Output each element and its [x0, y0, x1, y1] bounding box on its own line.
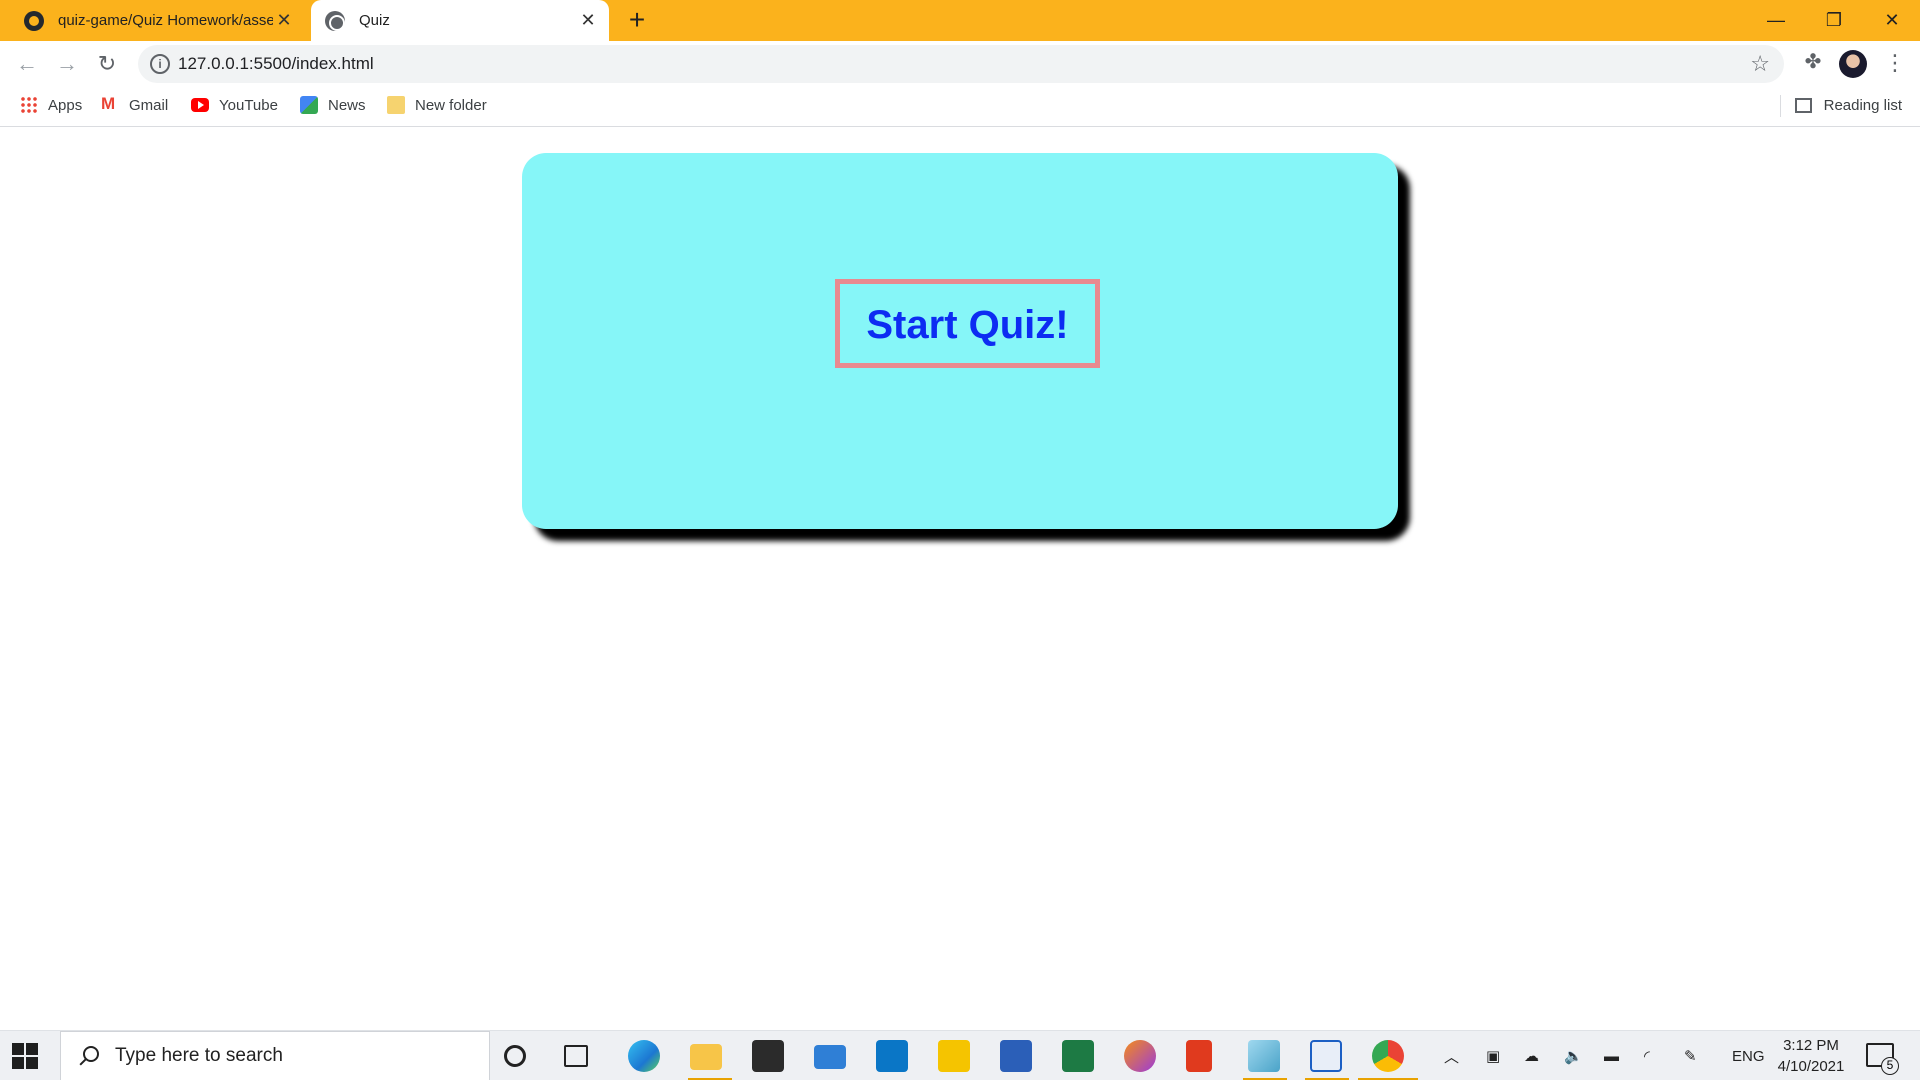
browser-toolbar: ← → ↻ i 127.0.0.1:5500/index.html ☆ [0, 41, 1920, 87]
sticky-app-icon[interactable] [938, 1040, 970, 1072]
bookmarks-divider [1780, 95, 1781, 117]
tab-quiz[interactable]: Quiz ✕ [311, 0, 609, 41]
clock-time: 3:12 PM [1783, 1037, 1839, 1054]
bookmark-label: YouTube [219, 96, 278, 114]
bookmark-youtube[interactable]: YouTube [191, 87, 278, 123]
bookmark-new-folder[interactable]: New folder [387, 87, 487, 123]
gmail-icon [101, 94, 119, 114]
pen-icon[interactable]: ✎ [1684, 1031, 1697, 1080]
youtube-icon [191, 98, 209, 112]
bookmark-label: Apps [48, 96, 83, 114]
bookmark-apps[interactable]: Apps [20, 87, 82, 123]
address-bar[interactable]: i 127.0.0.1:5500/index.html ☆ [138, 45, 1784, 83]
github-icon [24, 10, 44, 31]
bookmark-news[interactable]: News [300, 87, 366, 123]
office-icon[interactable] [1186, 1040, 1212, 1072]
bookmark-label: Gmail [129, 96, 169, 114]
close-icon[interactable]: ✕ [273, 10, 295, 32]
bookmarks-bar: Apps Gmail YouTube News New folder Readi… [0, 87, 1920, 127]
reading-list-icon [1794, 97, 1812, 113]
brave-icon[interactable] [1124, 1040, 1156, 1072]
tab-label: Quiz [359, 12, 390, 29]
taskbar-search[interactable]: Type here to search [60, 1031, 490, 1080]
apps-grid-icon [20, 96, 38, 114]
reload-icon[interactable]: ↻ [92, 49, 122, 79]
news-icon [300, 96, 318, 114]
clock-date: 4/10/2021 [1777, 1058, 1845, 1075]
site-info-icon[interactable]: i [150, 54, 170, 74]
tab-label: quiz-game/Quiz Homework/asse [58, 12, 273, 29]
folder-icon [387, 96, 405, 114]
search-icon [77, 1044, 101, 1068]
profile-avatar[interactable] [1839, 50, 1867, 78]
file-explorer-icon[interactable] [690, 1044, 722, 1070]
volume-icon[interactable]: 🔈 [1564, 1031, 1583, 1080]
edge-icon[interactable] [628, 1040, 660, 1072]
clock[interactable]: 3:12 PM 4/10/2021 [1766, 1035, 1856, 1077]
extensions-icon[interactable]: ✤ [1800, 49, 1826, 75]
bookmark-label: News [328, 96, 366, 114]
search-placeholder: Type here to search [115, 1045, 283, 1066]
globe-icon [325, 10, 345, 31]
meet-icon[interactable]: ▣ [1486, 1031, 1500, 1080]
minimize-icon[interactable]: — [1748, 0, 1804, 41]
windows-taskbar: Type here to search ︿ ▣ ☁ 🔈 ▬ ◜ ✎ ENG 3:… [0, 1030, 1920, 1080]
onedrive-icon[interactable]: ☁ [1524, 1031, 1539, 1080]
bookmark-label: New folder [415, 96, 487, 114]
url-text: 127.0.0.1:5500/index.html [178, 54, 374, 73]
store-icon[interactable] [752, 1040, 784, 1072]
reading-list-button[interactable]: Reading list [1794, 87, 1902, 123]
forward-icon[interactable]: → [52, 49, 82, 79]
menu-icon[interactable]: ⋮ [1884, 50, 1906, 78]
browser-titlebar: quiz-game/Quiz Homework/asse ✕ Quiz ✕ + … [0, 0, 1920, 41]
chrome-icon[interactable] [1372, 1040, 1404, 1072]
quiz-card: Start Quiz! [522, 153, 1398, 529]
bookmark-gmail[interactable]: Gmail [101, 87, 168, 123]
tray-overflow-icon[interactable]: ︿ [1444, 1031, 1459, 1080]
close-icon[interactable]: ✕ [577, 10, 599, 32]
tab-github[interactable]: quiz-game/Quiz Homework/asse ✕ [12, 0, 305, 41]
wifi-icon[interactable]: ◜ [1644, 1031, 1650, 1080]
window-app-icon[interactable] [1310, 1040, 1342, 1072]
excel-icon[interactable] [1062, 1040, 1094, 1072]
cortana-icon[interactable] [504, 1045, 526, 1067]
new-tab-button[interactable]: + [622, 6, 652, 36]
back-icon[interactable]: ← [12, 49, 42, 79]
dell-icon[interactable] [876, 1040, 908, 1072]
mail-icon[interactable] [814, 1045, 846, 1069]
bookmark-star-icon[interactable]: ☆ [1750, 51, 1770, 77]
language-indicator[interactable]: ENG [1732, 1031, 1765, 1080]
restore-icon[interactable]: ❐ [1806, 0, 1862, 41]
windows-start-icon[interactable] [12, 1043, 38, 1069]
word-icon[interactable] [1000, 1040, 1032, 1072]
close-window-icon[interactable]: ✕ [1864, 0, 1920, 41]
notes-icon[interactable] [1248, 1040, 1280, 1072]
start-quiz-button[interactable]: Start Quiz! [835, 279, 1100, 368]
notification-count: 5 [1881, 1057, 1899, 1075]
task-view-icon[interactable] [564, 1045, 588, 1067]
reading-list-label: Reading list [1823, 96, 1902, 114]
battery-icon[interactable]: ▬ [1604, 1031, 1619, 1080]
